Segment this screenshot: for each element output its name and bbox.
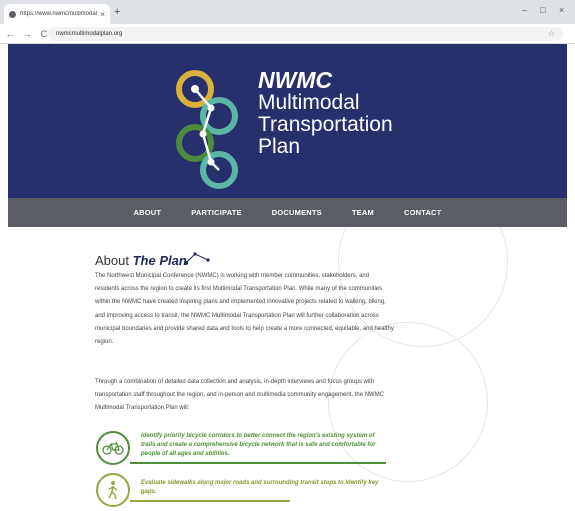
nav-documents[interactable]: DOCUMENTS	[272, 208, 322, 217]
nav-participate[interactable]: PARTICIPATE	[191, 208, 242, 217]
nav-contact[interactable]: CONTACT	[404, 208, 442, 217]
about-paragraph-1: The Northwest Municipal Conference (NWMC…	[95, 273, 394, 346]
window-close-button[interactable]: ×	[559, 5, 564, 15]
browser-tab[interactable]: https://www.nwmcmultimodalpl... ×	[4, 4, 110, 24]
route-line-icon	[184, 252, 210, 265]
nav-about[interactable]: ABOUT	[134, 208, 162, 217]
heading-prefix: About	[95, 253, 129, 268]
heading-emphasis: The Plan	[132, 253, 187, 268]
site-title-line3: Plan	[258, 135, 301, 158]
goal-text: Identify priority bicycle corridors to b…	[141, 433, 376, 457]
new-tab-button[interactable]: +	[114, 6, 120, 18]
about-paragraph-2: Through a combination of detailed data c…	[95, 379, 385, 412]
bicycle-icon	[96, 431, 130, 465]
maximize-button[interactable]: □	[540, 5, 545, 15]
goal-underline	[130, 462, 386, 464]
site-title-line1: Multimodal	[258, 91, 360, 114]
main-content: About The Plan The Northwest Municipal C…	[8, 227, 567, 511]
nav-team[interactable]: TEAM	[352, 208, 374, 217]
goal-item: Identify priority bicycle corridors to b…	[96, 431, 386, 465]
pedestrian-icon	[96, 473, 130, 507]
url-field[interactable]: nwmcmultimodalplan.org ☆	[48, 27, 563, 41]
nwmc-logo-icon	[176, 70, 238, 189]
site-title-line2: Transportation	[258, 113, 393, 136]
bookmark-star-icon[interactable]: ☆	[548, 28, 555, 40]
tab-title: https://www.nwmcmultimodalpl...	[20, 11, 97, 17]
goal-underline	[130, 499, 290, 502]
tab-close-icon[interactable]: ×	[100, 10, 105, 19]
back-button[interactable]: ←	[3, 29, 17, 39]
url-text: nwmcmultimodalplan.org	[56, 31, 123, 37]
main-nav: ABOUT PARTICIPATE DOCUMENTS TEAM CONTACT	[8, 198, 567, 227]
hero-banner: NWMC Multimodal Transportation Plan	[8, 44, 567, 198]
site-title: NWMC Multimodal Transportation Plan	[258, 68, 393, 158]
site-title-abbr: NWMC	[258, 67, 333, 93]
goal-item: Evaluate sidewalks along major roads and…	[96, 473, 386, 507]
section-heading: About The Plan	[95, 253, 187, 268]
favicon-icon	[9, 10, 16, 18]
forward-button[interactable]: →	[20, 29, 34, 39]
address-bar-row: ← → C nwmcmultimodalplan.org ☆	[0, 24, 575, 44]
browser-tab-bar: https://www.nwmcmultimodalpl... × + – □ …	[0, 0, 575, 24]
minimize-button[interactable]: –	[522, 5, 527, 15]
goal-text: Evaluate sidewalks along major roads and…	[141, 479, 379, 495]
